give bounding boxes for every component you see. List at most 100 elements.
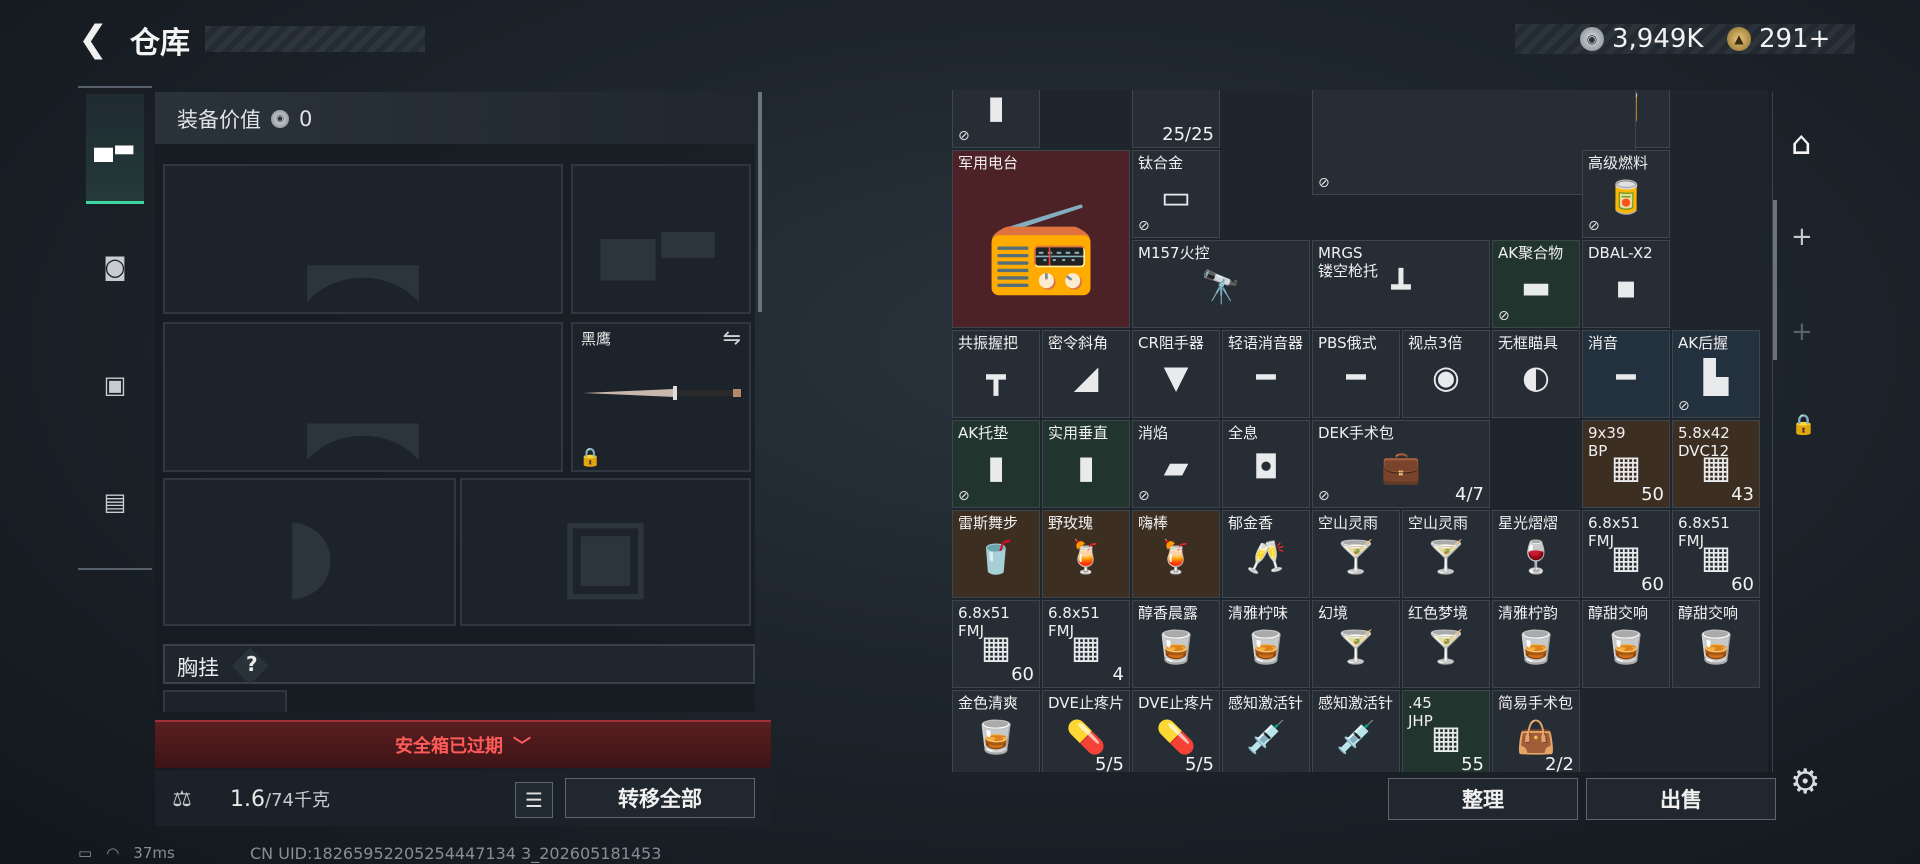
organize-button[interactable]: 整理 xyxy=(1388,778,1578,820)
grid-item[interactable]: 共振握把 ┳ xyxy=(952,330,1040,418)
grid-item[interactable]: 星光熠熠 🍷 xyxy=(1492,510,1580,598)
grid-item[interactable]: 轻语消音器 ━ xyxy=(1222,330,1310,418)
item-count: 2/2 xyxy=(1545,754,1574,772)
sell-button[interactable]: 出售 xyxy=(1586,778,1776,820)
grid-item[interactable]: 醇甜交响 🥃 xyxy=(1582,600,1670,688)
grid-item[interactable]: 消焰 ▰ ⊘ xyxy=(1132,420,1220,508)
secondary-weapon-slot[interactable]: ︻ xyxy=(163,322,563,478)
warehouse-tab-icon[interactable]: ⌂ xyxy=(1791,124,1811,162)
item-icon: ▰ xyxy=(1163,448,1189,487)
grid-item[interactable]: 清雅柠韵 🥃 xyxy=(1492,600,1580,688)
transfer-all-button[interactable]: 转移全部 xyxy=(565,778,755,818)
grid-item[interactable]: 密令斜角 ◢ xyxy=(1042,330,1130,418)
grid-item[interactable]: 感知激活针 💉 xyxy=(1312,690,1400,772)
tab-toolbox[interactable]: ▤ xyxy=(86,473,144,531)
grid-item[interactable]: 金色清爽 🥃 xyxy=(952,690,1040,772)
swap-icon[interactable]: ⇋ xyxy=(723,326,741,351)
grid-item[interactable]: 6.8x51 FMJ ▦ 60 xyxy=(1582,510,1670,598)
chest-rig-slot[interactable] xyxy=(163,690,287,712)
grid-item[interactable]: 红色梦境 🍸 xyxy=(1402,600,1490,688)
grid-item[interactable]: AK托垫 ▮ ⊘ xyxy=(952,420,1040,508)
item-name: 醇香晨露 xyxy=(1138,604,1199,622)
grid-item[interactable]: DBAL-X2 ▪ xyxy=(1582,240,1670,328)
left-scrollbar[interactable] xyxy=(758,92,762,312)
tab-weapons[interactable]: ▄▬ xyxy=(86,94,144,204)
safebox-expired-banner[interactable]: 安全箱已过期 ﹀ xyxy=(155,720,771,768)
back-arrow-icon[interactable]: ❮ xyxy=(78,20,112,60)
grid-item[interactable]: DVE止疼片 💊 5/5 xyxy=(1132,690,1220,772)
grid-item[interactable]: 6.8x51 FMJ ▦ 4 xyxy=(1042,600,1130,688)
no-trade-icon: ⊘ xyxy=(958,488,970,504)
grid-item[interactable]: M157火控 🔭 xyxy=(1132,240,1310,328)
armor-slot[interactable]: ▣ xyxy=(460,478,751,626)
grid-item[interactable]: MRGS 镂空枪托 ┻ xyxy=(1312,240,1490,328)
grid-item[interactable]: CR阻手器 ▼ xyxy=(1132,330,1220,418)
helmet-slot[interactable]: ◗ xyxy=(163,478,456,626)
grid-item[interactable]: 空山灵雨 🍸 xyxy=(1402,510,1490,598)
help-icon[interactable]: ? xyxy=(246,652,258,676)
grid-item[interactable]: 6.8x51 FMJ ▦ 60 xyxy=(952,600,1040,688)
grid-item[interactable]: 钛合金 ▭ ⊘ xyxy=(1132,150,1220,238)
no-trade-icon: ⊘ xyxy=(1138,488,1150,504)
item-count: 50 xyxy=(1641,484,1664,505)
tab-vest[interactable]: ▣ xyxy=(86,356,144,414)
grid-item[interactable]: 醇香晨露 🥃 xyxy=(1132,600,1220,688)
grid-item[interactable]: 实用垂直 ▮ xyxy=(1042,420,1130,508)
primary-weapon-slot[interactable]: ︻ xyxy=(163,164,563,320)
item-name: AK托垫 xyxy=(958,424,1009,442)
tab-backpack[interactable]: ◙ xyxy=(86,238,144,296)
grid-item[interactable]: AK聚合物 ▬ ⊘ xyxy=(1492,240,1580,328)
grid-item[interactable]: 空山灵雨 🍸 xyxy=(1312,510,1400,598)
grid-item[interactable]: ▮ ⊘ xyxy=(952,90,1040,148)
grid-item[interactable]: DEK手术包 💼 4/7 ⊘ xyxy=(1312,420,1490,508)
grid-item[interactable]: 无框瞄具 ◐ xyxy=(1492,330,1580,418)
grid-item[interactable]: 雷斯舞步 🥤 xyxy=(952,510,1040,598)
grid-item[interactable]: DVE止疼片 💊 5/5 xyxy=(1042,690,1130,772)
grid-item[interactable]: 高级燃料 🥫 ⊘ xyxy=(1582,150,1670,238)
grid-item[interactable]: PBS俄式 ━ xyxy=(1312,330,1400,418)
chest-rig-row[interactable]: 胸挂 ? xyxy=(163,644,755,685)
grid-item[interactable]: 野玫瑰 🍹 xyxy=(1042,510,1130,598)
grid-item[interactable]: 全息 ◘ xyxy=(1222,420,1310,508)
item-count: 43 xyxy=(1731,484,1754,505)
item-name: 星光熠熠 xyxy=(1498,514,1559,532)
grid-item[interactable]: 感知激活针 💉 xyxy=(1222,690,1310,772)
grid-item[interactable]: 醇甜交响 🥃 xyxy=(1672,600,1760,688)
grid-item[interactable]: 5.8x42 DVC12 ▦ 43 xyxy=(1672,420,1760,508)
item-icon: 🔭 xyxy=(1201,268,1241,307)
page-title: 仓库 xyxy=(130,26,190,61)
grid-item[interactable]: 嗨棒 🍹 xyxy=(1132,510,1220,598)
gold-currency[interactable]: ▲ 291+ xyxy=(1727,22,1830,56)
grid-item[interactable]: 简易手术包 👜 2/2 xyxy=(1492,690,1580,772)
grid-item[interactable]: 9x39 BP ▦ 50 xyxy=(1582,420,1670,508)
item-icon: ┻ xyxy=(1391,268,1411,307)
grid-item[interactable]: 军用电台 📻 xyxy=(952,150,1130,328)
grid-item[interactable]: 消音 ━ xyxy=(1582,330,1670,418)
item-icon: ▭ xyxy=(1160,178,1192,217)
grid-item[interactable]: AK后握 ▙ ⊘ xyxy=(1672,330,1760,418)
helmet-silhouette-icon: ◗ xyxy=(283,493,336,611)
grid-item[interactable]: .45 JHP ▦ 55 xyxy=(1402,690,1490,772)
item-name: 消音 xyxy=(1588,334,1619,352)
list-view-icon[interactable]: ☰ xyxy=(515,782,553,818)
weight-max: /74千克 xyxy=(265,790,330,811)
gold-amount: 291+ xyxy=(1759,24,1831,54)
no-trade-icon: ⊘ xyxy=(1138,218,1150,234)
grid-item[interactable]: 郁金香 🥂 xyxy=(1222,510,1310,598)
weight-icon: ⚖ xyxy=(172,786,192,812)
item-name: 金色清爽 xyxy=(958,694,1019,712)
chest-rig-label: 胸挂 xyxy=(177,656,219,680)
pistol-slot[interactable]: ▄▬ xyxy=(571,164,751,314)
grid-item[interactable]: 6.8x51 FMJ ▦ 60 xyxy=(1672,510,1760,598)
no-trade-icon: ⊘ xyxy=(1318,488,1330,504)
item-name: 感知激活针 xyxy=(1318,694,1394,712)
add-icon[interactable]: + xyxy=(1791,222,1813,252)
item-count: 5/5 xyxy=(1095,754,1124,772)
melee-slot[interactable]: 黑鹰 ⇋ 🔒 xyxy=(571,322,751,472)
grid-item[interactable]: 25/25 xyxy=(1132,90,1220,148)
grid-item[interactable]: 视点3倍 ◉ xyxy=(1402,330,1490,418)
item-name: DEK手术包 xyxy=(1318,424,1394,442)
gear-icon[interactable]: ⚙ xyxy=(1790,762,1820,802)
grid-item[interactable]: 幻境 🍸 xyxy=(1312,600,1400,688)
grid-item[interactable]: 清雅柠味 🥃 xyxy=(1222,600,1310,688)
